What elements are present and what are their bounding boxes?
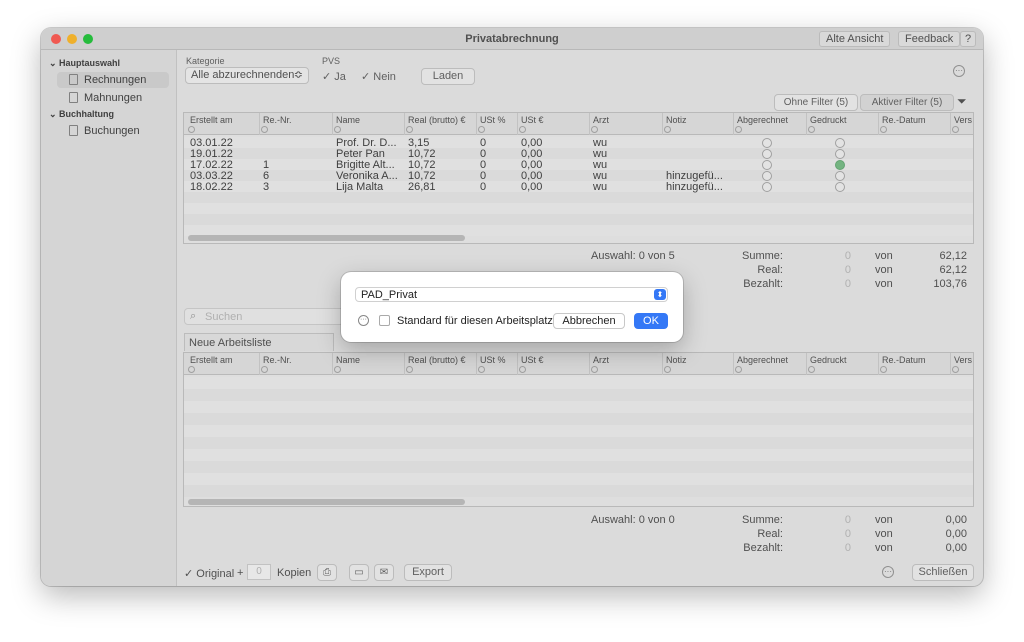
cancel-button[interactable]: Abbrechen bbox=[553, 313, 625, 329]
ok-button[interactable]: OK bbox=[634, 313, 668, 329]
standard-workplace-label: Standard für diesen Arbeitsplatz bbox=[397, 315, 553, 327]
standard-workplace-checkbox[interactable] bbox=[379, 315, 390, 326]
template-select[interactable]: PAD_Privat ⬍ bbox=[355, 287, 668, 302]
more-options-icon[interactable]: ··· bbox=[358, 315, 369, 326]
updown-chevron-icon: ⬍ bbox=[654, 289, 666, 300]
select-template-dialog: PAD_Privat ⬍ ··· Standard für diesen Arb… bbox=[341, 272, 683, 342]
